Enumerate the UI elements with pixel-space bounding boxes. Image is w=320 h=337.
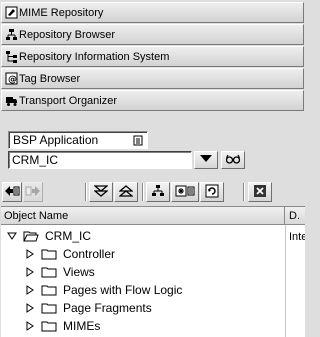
forward-button[interactable] bbox=[23, 182, 43, 202]
nav-label: Repository Information System bbox=[19, 50, 170, 63]
collapsed-arrow-icon[interactable] bbox=[25, 303, 35, 313]
object-type-select[interactable]: BSP Application bbox=[8, 131, 148, 149]
object-type-value: BSP Application bbox=[13, 133, 99, 147]
root-description: Inte bbox=[289, 231, 305, 243]
tree-node-label: CRM_IC bbox=[45, 229, 92, 243]
expanded-arrow-icon[interactable] bbox=[7, 231, 17, 241]
collapsed-arrow-icon[interactable] bbox=[25, 267, 35, 277]
repository-browser-icon bbox=[5, 28, 18, 41]
folder-icon bbox=[41, 302, 57, 314]
nav-label: Tag Browser bbox=[19, 72, 81, 85]
nav-repository-browser[interactable]: Repository Browser bbox=[1, 24, 304, 45]
tree-node-label: Page Fragments bbox=[63, 301, 152, 315]
back-arrow-icon bbox=[4, 185, 20, 200]
toolbar-separator bbox=[85, 183, 87, 201]
tree-node-label: Views bbox=[63, 265, 95, 279]
folder-icon bbox=[41, 284, 57, 296]
triangle-down-icon bbox=[200, 154, 212, 166]
column-divider bbox=[285, 225, 286, 337]
collapsed-arrow-icon[interactable] bbox=[25, 321, 35, 331]
nav-mime-repository[interactable]: MIME Repository bbox=[1, 2, 304, 23]
expand-icon bbox=[118, 184, 134, 200]
collapse-icon bbox=[93, 184, 109, 200]
hierarchy-icon bbox=[151, 184, 165, 200]
close-icon bbox=[254, 184, 266, 200]
expand-button[interactable] bbox=[114, 182, 138, 202]
column-header-object-name[interactable]: Object Name bbox=[1, 207, 285, 224]
refresh-icon bbox=[205, 184, 219, 201]
toolbar bbox=[1, 181, 305, 203]
tree-node-label: MIMEs bbox=[63, 319, 101, 333]
folder-icon bbox=[41, 266, 57, 278]
object-name-input[interactable]: CRM_IC bbox=[8, 151, 192, 169]
tree-node-root[interactable]: CRM_IC bbox=[7, 227, 91, 245]
forward-arrow-icon bbox=[25, 185, 41, 200]
folder-open-icon bbox=[23, 230, 39, 242]
nav-transport-organizer[interactable]: Transport Organizer bbox=[1, 90, 304, 111]
information-system-icon bbox=[5, 50, 18, 63]
collapse-button[interactable] bbox=[89, 182, 113, 202]
new-object-button[interactable] bbox=[171, 182, 199, 202]
close-button[interactable] bbox=[248, 182, 272, 202]
nav-tag-browser[interactable]: @ Tag Browser bbox=[1, 68, 304, 89]
tree-node-page-fragments[interactable]: Page Fragments bbox=[25, 299, 152, 317]
tag-browser-icon: @ bbox=[5, 72, 18, 85]
tree-node-label: Pages with Flow Logic bbox=[63, 283, 183, 297]
collapsed-arrow-icon[interactable] bbox=[25, 285, 35, 295]
toolbar-separator bbox=[142, 183, 144, 201]
tree-node-mimes[interactable]: MIMEs bbox=[25, 317, 100, 335]
folder-icon bbox=[41, 248, 57, 260]
nav-label: Repository Browser bbox=[19, 28, 115, 41]
tree-node-pages-with-flow-logic[interactable]: Pages with Flow Logic bbox=[25, 281, 182, 299]
dropdown-button[interactable] bbox=[194, 151, 218, 169]
new-object-icon bbox=[175, 185, 195, 200]
svg-text:@: @ bbox=[8, 75, 17, 85]
nav-label: MIME Repository bbox=[19, 6, 104, 19]
hierarchy-button[interactable] bbox=[146, 182, 170, 202]
truck-icon bbox=[5, 94, 18, 107]
back-button[interactable] bbox=[2, 182, 22, 202]
object-tree: Object Name D. CRM_IC Inte Controller Vi… bbox=[1, 206, 305, 337]
mime-repository-icon bbox=[5, 6, 18, 19]
toolbar-separator bbox=[243, 183, 245, 201]
folder-icon bbox=[41, 320, 57, 332]
dropdown-list-icon[interactable] bbox=[131, 133, 145, 147]
tree-node-views[interactable]: Views bbox=[25, 263, 95, 281]
table-header: Object Name D. bbox=[1, 207, 305, 225]
tree-node-label: Controller bbox=[63, 247, 116, 261]
nav-label: Transport Organizer bbox=[19, 94, 118, 107]
collapsed-arrow-icon[interactable] bbox=[25, 249, 35, 259]
glasses-icon bbox=[225, 154, 241, 167]
display-button[interactable] bbox=[221, 151, 245, 169]
refresh-button[interactable] bbox=[200, 182, 224, 202]
nav-repository-information-system[interactable]: Repository Information System bbox=[1, 46, 304, 67]
tree-node-controller[interactable]: Controller bbox=[25, 245, 115, 263]
column-header-description[interactable]: D. bbox=[286, 207, 305, 224]
